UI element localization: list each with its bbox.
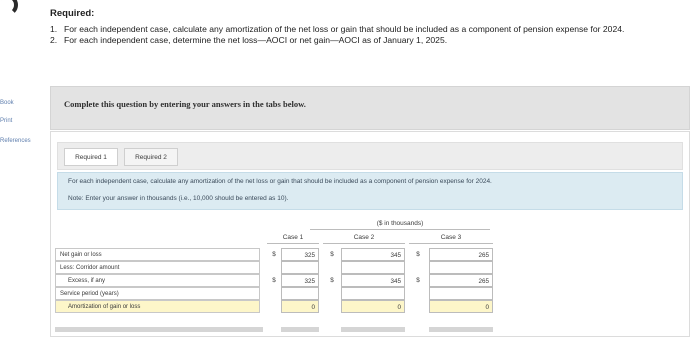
dollar-sign: $ [330,251,334,258]
units-header: ($ in thousands) [310,218,490,230]
case-2-service-period-input[interactable] [341,287,405,300]
column-header-case-1: Case 1 [267,232,319,244]
question-panel: Required 1 Required 2 For each independe… [50,131,690,337]
case-3-net-gain-input[interactable]: 265 [429,248,493,261]
tab-required-2[interactable]: Required 2 [124,148,178,166]
row-label: Less: Corridor amount [55,261,260,274]
dollar-sign: $ [272,277,276,284]
prompt-note: Note: Enter your answer in thousands (i.… [68,195,289,202]
dollar-sign: $ [416,277,420,284]
column-header-case-3: Case 3 [409,232,493,244]
row-label: Amortization of gain or loss [55,300,260,313]
table-row-corridor-amount: Less: Corridor amount [55,261,495,274]
case-2-amortization-value: 0 [341,300,405,313]
scroll-bar-segment [341,327,405,332]
case-1-net-gain-input[interactable]: 325 [281,248,319,261]
table-row-net-gain-or-loss: Net gain or loss $ 325 $ 345 $ 265 [55,248,495,261]
scroll-bar-segment [281,327,319,332]
case-3-corridor-input[interactable] [429,261,493,274]
row-label: Net gain or loss [55,248,260,261]
column-header-case-2: Case 2 [323,232,405,244]
row-label: Service period (years) [55,287,260,300]
circular-arrow-icon[interactable] [0,0,18,16]
row-label: Excess, if any [55,274,260,287]
sidebar-link-print[interactable]: Print [0,118,12,124]
scroll-bar-segment [429,327,493,332]
dollar-sign: $ [330,277,334,284]
table-row-amortization: Amortization of gain or loss 0 0 0 [55,300,495,313]
left-sidebar: Book Print References [0,0,31,346]
required-item-1: 1. For each independent case, calculate … [50,24,670,35]
case-2-net-gain-input[interactable]: 345 [341,248,405,261]
table-row-service-period: Service period (years) [55,287,495,300]
required-item-number: 1. [50,24,58,34]
tab-required-1[interactable]: Required 1 [64,148,118,166]
case-1-service-period-input[interactable] [281,287,319,300]
required-item-text: For each independent case, determine the… [64,34,448,45]
case-3-amortization-value: 0 [429,300,493,313]
tab-bar: Required 1 Required 2 [57,142,683,170]
required-list: 1. For each independent case, calculate … [50,24,670,45]
prompt-text: For each independent case, calculate any… [68,178,492,185]
dollar-sign: $ [416,251,420,258]
case-1-amortization-value: 0 [281,300,319,313]
case-3-excess-value: 265 [429,274,493,287]
amortization-table: ($ in thousands) Case 1 Case 2 Case 3 Ne… [55,215,683,333]
required-item-text: For each independent case, calculate any… [64,24,625,34]
scroll-bar-segment [55,327,263,332]
required-title: Required: [50,8,95,19]
required-item-number: 2. [50,34,58,45]
case-2-excess-value: 345 [341,274,405,287]
sidebar-link-book[interactable]: Book [0,100,14,106]
sidebar-link-references[interactable]: References [0,138,31,144]
required-item-2: 2. For each independent case, determine … [50,35,670,46]
table-row-excess: Excess, if any $ 325 $ 345 $ 265 [55,274,495,287]
case-2-corridor-input[interactable] [341,261,405,274]
case-3-service-period-input[interactable] [429,287,493,300]
dollar-sign: $ [272,251,276,258]
case-1-corridor-input[interactable] [281,261,319,274]
banner-text: Complete this question by entering your … [64,99,306,109]
case-1-excess-value: 325 [281,274,319,287]
instructions-banner: Complete this question by entering your … [50,86,690,130]
prompt-box: For each independent case, calculate any… [57,172,683,210]
